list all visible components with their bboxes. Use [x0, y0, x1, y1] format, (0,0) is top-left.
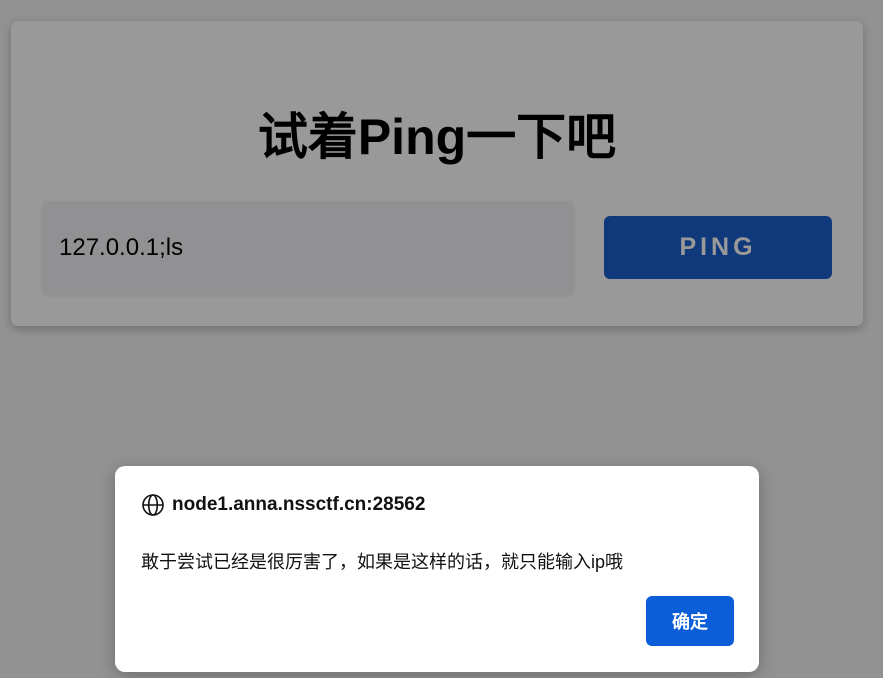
dialog-header: node1.anna.nssctf.cn:28562 — [141, 493, 425, 517]
ok-button[interactable]: 确定 — [646, 596, 734, 646]
dialog-message: 敢于尝试已经是很厉害了，如果是这样的话，就只能输入ip哦 — [141, 552, 624, 572]
globe-icon — [141, 493, 165, 517]
alert-dialog: node1.anna.nssctf.cn:28562 敢于尝试已经是很厉害了，如… — [115, 466, 759, 672]
dialog-origin: node1.anna.nssctf.cn:28562 — [172, 494, 426, 515]
